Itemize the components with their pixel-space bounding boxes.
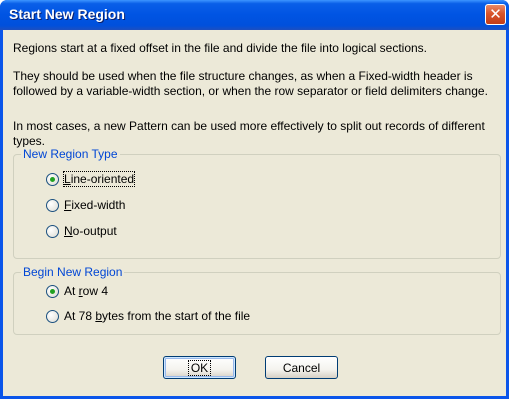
title-bar[interactable]: Start New Region ✕ (0, 0, 509, 30)
radio-button-icon[interactable] (46, 172, 59, 186)
label-rest: o-output (72, 224, 117, 238)
label-rest: ixed-width (71, 198, 126, 212)
radio-at-row-label: At row 4 (64, 284, 108, 298)
label-before: At (64, 284, 79, 298)
ok-button-label: OK (187, 359, 212, 376)
label-after: ytes from the start of the file (102, 309, 251, 323)
dialog-title: Start New Region (9, 6, 125, 22)
dialog-window: Start New Region ✕ Regions start at a fi… (0, 0, 509, 399)
label-before: At 78 (64, 309, 96, 323)
dialog-body: Regions start at a fixed offset in the f… (3, 30, 506, 396)
radio-button-icon[interactable] (46, 309, 59, 323)
close-button[interactable]: ✕ (485, 4, 506, 25)
radio-fixed-width-label: Fixed-width (64, 198, 125, 212)
radio-button-icon[interactable] (46, 198, 59, 212)
radio-fixed-width[interactable]: Fixed-width (46, 197, 125, 213)
description-paragraph-3: In most cases, a new Pattern can be used… (13, 119, 485, 148)
radio-at-bytes[interactable]: At 78 bytes from the start of the file (46, 308, 250, 324)
begin-new-region-legend: Begin New Region (21, 265, 125, 280)
description-paragraph-1: Regions start at a fixed offset in the f… (13, 41, 428, 55)
mnemonic-n: N (64, 224, 73, 238)
label-after: ow 4 (82, 284, 109, 298)
radio-no-output[interactable]: No-output (46, 223, 117, 239)
begin-new-region-group: Begin New Region At row 4 At 78 bytes fr… (13, 265, 501, 335)
new-region-type-legend: New Region Type (21, 147, 120, 162)
radio-line-oriented-label: Line-oriented (62, 171, 136, 187)
label-rest: ine-oriented (70, 172, 135, 186)
cancel-button-label: Cancel (282, 360, 321, 375)
mnemonic-l: L (64, 172, 71, 186)
radio-button-icon[interactable] (46, 224, 59, 238)
new-region-type-group: New Region Type Line-oriented Fixed-widt… (13, 147, 501, 259)
radio-button-icon[interactable] (46, 284, 59, 298)
radio-line-oriented[interactable]: Line-oriented (46, 171, 136, 187)
radio-no-output-label: No-output (64, 224, 117, 238)
cancel-button[interactable]: Cancel (265, 356, 338, 379)
close-icon: ✕ (489, 6, 502, 23)
description-paragraph-2: They should be used when the file struct… (13, 69, 488, 98)
ok-button[interactable]: OK (163, 356, 236, 379)
radio-at-bytes-label: At 78 bytes from the start of the file (64, 309, 250, 323)
radio-at-row[interactable]: At row 4 (46, 283, 108, 299)
